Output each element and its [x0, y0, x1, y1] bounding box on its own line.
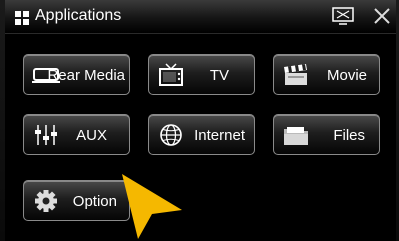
globe-icon: [160, 124, 182, 146]
window-title: Applications: [35, 7, 122, 24]
folder-icon: [284, 127, 308, 145]
movie-label: Movie: [326, 67, 367, 84]
files-label: Files: [333, 127, 365, 144]
tv-label: TV: [209, 67, 229, 84]
aux-button[interactable]: AUX: [23, 114, 130, 155]
apps-grid-icon: [15, 11, 29, 25]
pointer-arrow-icon: [122, 174, 182, 239]
option-label: Option: [72, 193, 117, 210]
files-button[interactable]: Files: [273, 114, 380, 155]
aux-sliders-icon: [35, 125, 57, 145]
screen-toggle-icon[interactable]: [329, 4, 357, 28]
rear-media-label: Rear Media: [47, 67, 125, 84]
tv-button[interactable]: TV: [148, 54, 255, 95]
option-button[interactable]: Option: [23, 180, 130, 221]
internet-label: Internet: [194, 127, 245, 144]
movie-button[interactable]: Movie: [273, 54, 380, 95]
title-bar: Applications: [5, 0, 396, 34]
movie-clapper-icon: [284, 64, 307, 85]
aux-label: AUX: [76, 127, 107, 144]
close-button[interactable]: [368, 4, 396, 28]
close-icon: [374, 8, 390, 24]
internet-button[interactable]: Internet: [148, 114, 255, 155]
gear-icon: [35, 190, 57, 212]
tv-icon: [159, 63, 183, 86]
apps-panel: Rear Media TV Movie AUX Internet Files O…: [5, 34, 396, 241]
rear-media-button[interactable]: Rear Media: [23, 54, 130, 95]
